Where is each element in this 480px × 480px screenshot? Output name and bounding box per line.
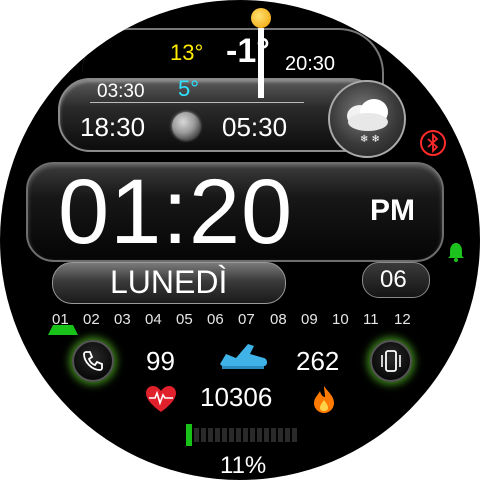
vibrate-phone-icon bbox=[381, 350, 401, 372]
month-item: 09 bbox=[301, 311, 318, 328]
clock-left: 03:30 bbox=[97, 81, 145, 102]
running-shoe-icon[interactable] bbox=[214, 336, 270, 372]
watch-face: 13° -1° 20:30 03:30 5° 18:30 05:30 ❄ ❄ 0… bbox=[0, 0, 480, 480]
heart-rate-icon bbox=[144, 384, 178, 414]
snow-cloud-icon[interactable]: ❄ ❄ bbox=[328, 80, 406, 158]
temp-current: -1° bbox=[226, 32, 270, 70]
sun-icon bbox=[251, 8, 271, 28]
weekday-label: LUNEDÌ bbox=[110, 264, 228, 300]
bell-glyph bbox=[448, 243, 464, 262]
month-item: 05 bbox=[176, 311, 193, 328]
battery-track bbox=[194, 428, 298, 442]
flame-icon bbox=[310, 384, 338, 414]
vibrate-button[interactable] bbox=[370, 340, 412, 382]
month-item: 10 bbox=[332, 311, 349, 328]
clock-right: 20:30 bbox=[285, 53, 336, 75]
main-time: 01:20 bbox=[58, 161, 294, 263]
date-day: 06 bbox=[380, 266, 407, 293]
svg-text:❄ ❄: ❄ ❄ bbox=[360, 134, 380, 145]
shoe-glyph bbox=[220, 344, 267, 369]
month-item: 07 bbox=[238, 311, 255, 328]
battery-level-bar bbox=[186, 424, 192, 446]
bluetooth-icon[interactable] bbox=[420, 130, 446, 156]
weather-divider bbox=[90, 102, 304, 103]
cloud-shape: ❄ ❄ bbox=[347, 99, 388, 145]
flame-glyph bbox=[314, 386, 334, 413]
bluetooth-glyph bbox=[427, 132, 439, 154]
month-item: 03 bbox=[114, 311, 131, 328]
month-item: 08 bbox=[270, 311, 287, 328]
phone-icon bbox=[83, 351, 103, 371]
battery-percent: 11% bbox=[220, 452, 267, 479]
month-item: 04 bbox=[145, 311, 162, 328]
month-item: 11 bbox=[363, 311, 379, 328]
month-item: 06 bbox=[207, 311, 224, 328]
month-item: 02 bbox=[83, 311, 100, 328]
am-pm: PM bbox=[370, 194, 415, 227]
heart-rate-value: 99 bbox=[146, 346, 175, 376]
heart-glyph bbox=[146, 386, 176, 412]
alarm-bell-icon[interactable] bbox=[444, 240, 468, 264]
month-item: 12 bbox=[394, 311, 411, 328]
temp-low: 5° bbox=[178, 76, 200, 101]
moonrise-time: 05:30 bbox=[222, 112, 288, 142]
calories-value: 262 bbox=[296, 346, 340, 376]
temp-high: 13° bbox=[170, 40, 204, 65]
phone-button[interactable] bbox=[72, 340, 114, 382]
month-item: 01 bbox=[52, 311, 69, 328]
sunset-time: 18:30 bbox=[80, 112, 146, 142]
steps-value: 10306 bbox=[200, 382, 273, 412]
moon-icon bbox=[172, 112, 200, 140]
